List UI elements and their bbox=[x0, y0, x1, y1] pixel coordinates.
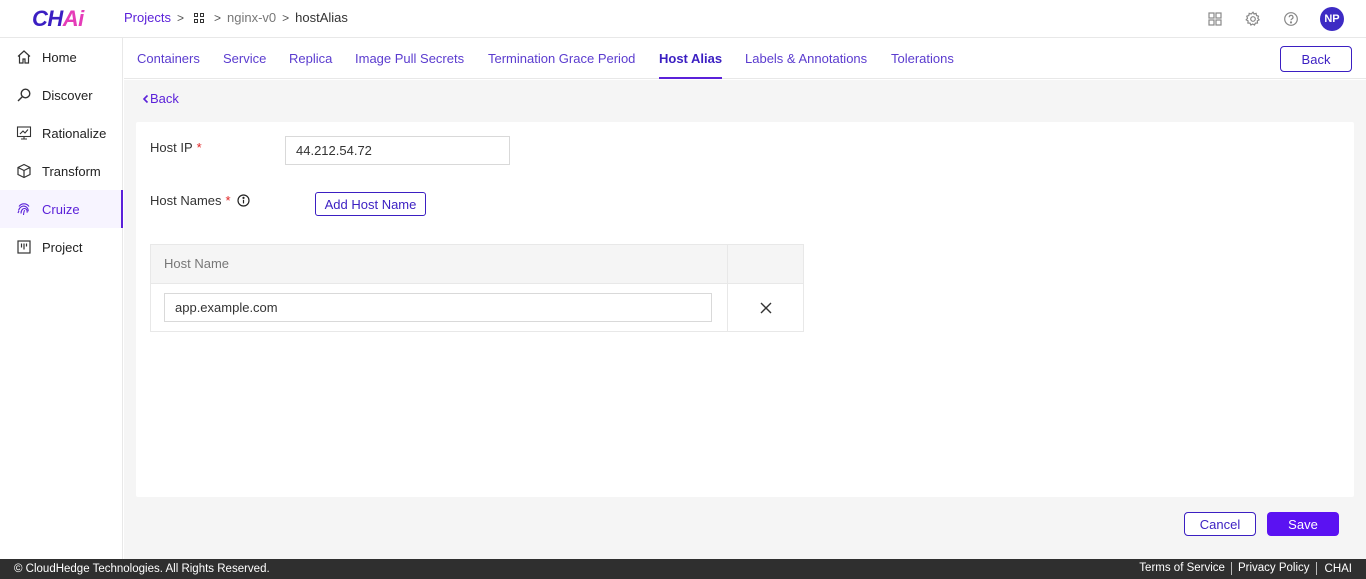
cancel-button[interactable]: Cancel bbox=[1184, 512, 1256, 536]
sidebar-item-project[interactable]: Project bbox=[0, 228, 122, 266]
host-names-label: Host Names * bbox=[150, 193, 250, 208]
host-names-table: Host Name bbox=[150, 244, 804, 332]
sidebar-item-label: Rationalize bbox=[42, 125, 107, 141]
footer-links: Terms of Service Privacy Policy CHAI bbox=[1133, 562, 1352, 575]
sidebar-item-label: Home bbox=[42, 49, 77, 65]
chevron-right-icon: > bbox=[213, 10, 221, 25]
tab-labels-annotations[interactable]: Labels & Annotations bbox=[745, 38, 867, 79]
sidebar-item-label: Transform bbox=[42, 163, 101, 179]
table-header: Host Name bbox=[151, 245, 803, 284]
chevron-right-icon: > bbox=[176, 10, 184, 25]
host-alias-form: Host IP* Host Names* Add Host Name Host … bbox=[136, 122, 1354, 497]
back-button[interactable]: Back bbox=[1280, 46, 1352, 72]
sidebar-item-rationalize[interactable]: Rationalize bbox=[0, 114, 122, 152]
breadcrumb-projects[interactable]: Projects bbox=[124, 10, 171, 25]
apps-grid-icon[interactable] bbox=[193, 12, 204, 23]
gear-icon[interactable] bbox=[1244, 10, 1262, 28]
tab-image-pull-secrets[interactable]: Image Pull Secrets bbox=[355, 38, 464, 79]
chai-logo[interactable]: CHAi bbox=[32, 6, 84, 32]
footer: © CloudHedge Technologies. All Rights Re… bbox=[0, 559, 1366, 579]
host-ip-input[interactable] bbox=[285, 136, 510, 165]
save-button[interactable]: Save bbox=[1267, 512, 1339, 536]
breadcrumb: Projects > > nginx-v0 > hostAlias bbox=[124, 10, 348, 25]
close-icon[interactable] bbox=[760, 302, 772, 314]
add-host-name-button[interactable]: Add Host Name bbox=[315, 192, 426, 216]
board-icon bbox=[17, 240, 31, 254]
tab-tolerations[interactable]: Tolerations bbox=[891, 38, 954, 79]
required-marker: * bbox=[196, 140, 202, 155]
breadcrumb-current: hostAlias bbox=[295, 10, 348, 25]
copyright-text: © CloudHedge Technologies. All Rights Re… bbox=[14, 563, 270, 575]
breadcrumb-app[interactable]: nginx-v0 bbox=[227, 10, 276, 25]
main-content: Back Host IP* Host Names* Add Host Name … bbox=[124, 80, 1366, 559]
fingerprint-icon bbox=[17, 203, 30, 216]
tab-containers[interactable]: Containers bbox=[137, 38, 200, 79]
tab-service[interactable]: Service bbox=[223, 38, 266, 79]
sidebar-item-cruize[interactable]: Cruize bbox=[0, 190, 123, 228]
search-icon bbox=[17, 88, 31, 102]
chevron-left-icon bbox=[142, 94, 149, 103]
terms-of-service-link[interactable]: Terms of Service bbox=[1133, 562, 1232, 575]
tab-termination-grace-period[interactable]: Termination Grace Period bbox=[488, 38, 635, 79]
required-marker: * bbox=[225, 193, 231, 208]
sidebar-item-label: Project bbox=[42, 239, 83, 255]
back-link[interactable]: Back bbox=[142, 91, 179, 106]
sidebar: Home Discover Rationalize Transform Crui… bbox=[0, 38, 123, 559]
column-header-host-name: Host Name bbox=[151, 245, 728, 283]
home-icon bbox=[17, 50, 31, 64]
tab-replica[interactable]: Replica bbox=[289, 38, 332, 79]
user-avatar[interactable]: NP bbox=[1320, 7, 1344, 31]
chart-icon bbox=[16, 126, 32, 140]
sidebar-item-label: Cruize bbox=[42, 201, 80, 217]
header-actions: NP bbox=[1206, 7, 1344, 31]
host-name-cell bbox=[151, 284, 728, 331]
sidebar-item-transform[interactable]: Transform bbox=[0, 152, 122, 190]
tabs-bar: Containers Service Replica Image Pull Se… bbox=[124, 38, 1366, 79]
tab-host-alias[interactable]: Host Alias bbox=[659, 38, 723, 79]
sidebar-item-discover[interactable]: Discover bbox=[0, 76, 122, 114]
sidebar-item-home[interactable]: Home bbox=[0, 38, 122, 76]
table-row bbox=[151, 284, 803, 331]
back-link-label: Back bbox=[150, 91, 179, 106]
info-icon[interactable] bbox=[236, 194, 250, 207]
help-icon[interactable] bbox=[1282, 10, 1300, 28]
host-ip-label: Host IP * bbox=[150, 140, 202, 155]
apps-grid-icon[interactable] bbox=[1206, 10, 1224, 28]
chevron-right-icon: > bbox=[282, 10, 290, 25]
footer-brand: CHAI bbox=[1324, 562, 1352, 575]
sidebar-item-label: Discover bbox=[42, 87, 93, 103]
row-actions-cell bbox=[728, 284, 803, 331]
cube-icon bbox=[17, 163, 31, 179]
privacy-policy-link[interactable]: Privacy Policy bbox=[1232, 562, 1317, 575]
top-header: CHAi Projects > > nginx-v0 > hostAlias N… bbox=[0, 0, 1366, 38]
column-header-actions bbox=[728, 245, 803, 283]
host-name-input[interactable] bbox=[164, 293, 712, 322]
